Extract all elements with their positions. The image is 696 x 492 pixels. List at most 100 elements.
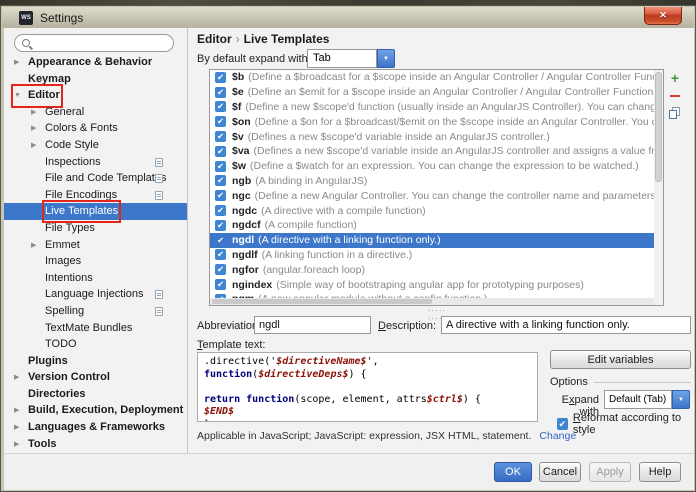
sidebar-item-version-control[interactable]: ▶Version Control — [4, 369, 187, 386]
template-checkbox[interactable]: ✔ — [215, 87, 226, 98]
template-description: (A directive with a linking function onl… — [258, 234, 440, 246]
chevron-right-icon[interactable]: ▶ — [14, 420, 28, 437]
template-row-ngdlf[interactable]: ✔ngdlf(A linking function in a directive… — [210, 248, 663, 263]
template-abbreviation: ngdlf — [232, 249, 258, 261]
chevron-down-icon[interactable]: ▼ — [377, 49, 395, 68]
template-checkbox[interactable]: ✔ — [215, 101, 226, 112]
sidebar-item-inspections[interactable]: Inspections — [4, 154, 187, 171]
reformat-checkbox[interactable]: ✔ — [557, 418, 568, 430]
cancel-button[interactable]: Cancel — [539, 462, 581, 482]
template-row-b[interactable]: ✔$b(Define a $broadcast for a $scope ins… — [210, 70, 663, 85]
sidebar-item-plugins[interactable]: Plugins — [4, 353, 187, 370]
sidebar-item-live-templates[interactable]: Live Templates — [4, 203, 187, 220]
sidebar-item-intentions[interactable]: Intentions — [4, 270, 187, 287]
sidebar-item-file-encodings[interactable]: File Encodings — [4, 187, 187, 204]
template-checkbox[interactable]: ✔ — [215, 279, 226, 290]
sidebar-item-label: Plugins — [28, 355, 68, 367]
template-row-v[interactable]: ✔$v(Defines a new $scope'd variable insi… — [210, 129, 663, 144]
search-input[interactable] — [33, 36, 168, 50]
sidebar-item-file-types[interactable]: File Types — [4, 220, 187, 237]
default-expand-dropdown[interactable]: Tab ▼ — [307, 49, 395, 68]
sidebar-item-language-injections[interactable]: Language Injections — [4, 286, 187, 303]
close-button[interactable]: ✕ — [644, 7, 682, 25]
template-row-ngdl[interactable]: ✔ngdl(A directive with a linking functio… — [210, 233, 663, 248]
template-checkbox[interactable]: ✔ — [215, 146, 226, 157]
chevron-down-icon[interactable]: ▼ — [14, 88, 28, 105]
restore-defaults-icon[interactable] — [668, 123, 682, 137]
template-checkbox[interactable]: ✔ — [215, 220, 226, 231]
sidebar-item-code-style[interactable]: ▶Code Style — [4, 137, 187, 154]
screenshot: WS Settings ✕ ▶Appearance & BehaviorKeym… — [0, 0, 696, 492]
live-templates-list[interactable]: ✔$b(Define a $broadcast for a $scope ins… — [209, 69, 664, 306]
sidebar-item-todo[interactable]: TODO — [4, 336, 187, 353]
sidebar-item-languages-frameworks[interactable]: ▶Languages & Frameworks — [4, 419, 187, 436]
add-icon[interactable]: + — [668, 72, 682, 86]
template-abbreviation: $e — [232, 86, 244, 98]
sidebar-item-editor[interactable]: ▼Editor — [4, 87, 187, 104]
sidebar-item-images[interactable]: Images — [4, 253, 187, 270]
template-abbreviation: ngc — [232, 190, 251, 202]
remove-icon[interactable] — [668, 89, 682, 103]
vertical-scrollbar-thumb[interactable] — [655, 72, 662, 182]
description-label: Description: — [378, 320, 436, 332]
options-label: Options — [550, 376, 588, 388]
chevron-right-icon[interactable]: ▶ — [14, 370, 28, 387]
template-row-ngb[interactable]: ✔ngb(A binding in AngularJS) — [210, 174, 663, 189]
template-checkbox[interactable]: ✔ — [215, 131, 226, 142]
template-text-editor[interactable]: .directive('$directiveName$', function($… — [197, 352, 538, 422]
search-box[interactable] — [14, 34, 174, 52]
chevron-right-icon[interactable]: ▶ — [31, 105, 45, 122]
template-checkbox[interactable]: ✔ — [215, 235, 226, 246]
breadcrumb-editor[interactable]: Editor — [197, 32, 232, 46]
sidebar-item-general[interactable]: ▶General — [4, 104, 187, 121]
edit-variables-button[interactable]: Edit variables — [550, 350, 691, 369]
chevron-right-icon[interactable]: ▶ — [31, 238, 45, 255]
ok-button[interactable]: OK — [494, 462, 532, 482]
horizontal-scrollbar-thumb[interactable] — [212, 299, 432, 304]
template-row-ngc[interactable]: ✔ngc(Define a new Angular Controller. Yo… — [210, 188, 663, 203]
sidebar-item-file-and-code-templates[interactable]: File and Code Templates — [4, 170, 187, 187]
sidebar-item-spelling[interactable]: Spelling — [4, 303, 187, 320]
chevron-right-icon[interactable]: ▶ — [14, 403, 28, 420]
chevron-right-icon[interactable]: ▶ — [31, 121, 45, 138]
duplicate-icon[interactable] — [668, 106, 682, 120]
template-row-ngdcf[interactable]: ✔ngdcf(A compile function) — [210, 218, 663, 233]
expand-with-dropdown[interactable]: Default (Tab) ▼ — [604, 390, 690, 409]
horizontal-scrollbar[interactable] — [210, 298, 654, 305]
template-checkbox[interactable]: ✔ — [215, 175, 226, 186]
sidebar-item-tools[interactable]: ▶Tools — [4, 436, 187, 453]
description-field[interactable] — [441, 316, 691, 334]
chevron-down-icon[interactable]: ▼ — [672, 390, 690, 409]
chevron-right-icon[interactable]: ▶ — [31, 138, 45, 155]
template-row-ngfor[interactable]: ✔ngfor(angular.foreach loop) — [210, 262, 663, 277]
template-checkbox[interactable]: ✔ — [215, 205, 226, 216]
sidebar-item-directories[interactable]: Directories — [4, 386, 187, 403]
template-row-on[interactable]: ✔$on(Define a $on for a $broadcast/$emit… — [210, 114, 663, 129]
sidebar-item-emmet[interactable]: ▶Emmet — [4, 237, 187, 254]
sidebar-item-keymap[interactable]: Keymap — [4, 71, 187, 88]
vertical-scrollbar[interactable] — [654, 70, 663, 305]
sidebar-item-build-execution-deployment[interactable]: ▶Build, Execution, Deployment — [4, 402, 187, 419]
template-row-ngdc[interactable]: ✔ngdc(A directive with a compile functio… — [210, 203, 663, 218]
sidebar-item-appearance-behavior[interactable]: ▶Appearance & Behavior — [4, 54, 187, 71]
template-checkbox[interactable]: ✔ — [215, 190, 226, 201]
reformat-option[interactable]: ✔ Reformat according to style — [557, 412, 694, 436]
chevron-right-icon[interactable]: ▶ — [14, 437, 28, 454]
change-link[interactable]: Change — [539, 430, 576, 442]
template-checkbox[interactable]: ✔ — [215, 249, 226, 260]
template-row-e[interactable]: ✔$e(Define an $emit for a $scope inside … — [210, 85, 663, 100]
template-row-f[interactable]: ✔$f(Define a new $scope'd function (usua… — [210, 100, 663, 115]
template-row-va[interactable]: ✔$va(Defines a new $scope'd variable ins… — [210, 144, 663, 159]
template-checkbox[interactable]: ✔ — [215, 116, 226, 127]
chevron-right-icon[interactable]: ▶ — [14, 55, 28, 72]
template-checkbox[interactable]: ✔ — [215, 72, 226, 83]
template-row-w[interactable]: ✔$w(Define a $watch for an expression. Y… — [210, 159, 663, 174]
template-checkbox[interactable]: ✔ — [215, 264, 226, 275]
template-row-ngindex[interactable]: ✔ngindex(Simple way of bootstraping angu… — [210, 277, 663, 292]
help-button[interactable]: Help — [639, 462, 681, 482]
title-bar[interactable]: WS Settings ✕ — [2, 7, 694, 28]
abbreviation-field[interactable] — [254, 316, 371, 334]
sidebar-item-textmate-bundles[interactable]: TextMate Bundles — [4, 320, 187, 337]
template-checkbox[interactable]: ✔ — [215, 161, 226, 172]
sidebar-item-colors-fonts[interactable]: ▶Colors & Fonts — [4, 120, 187, 137]
